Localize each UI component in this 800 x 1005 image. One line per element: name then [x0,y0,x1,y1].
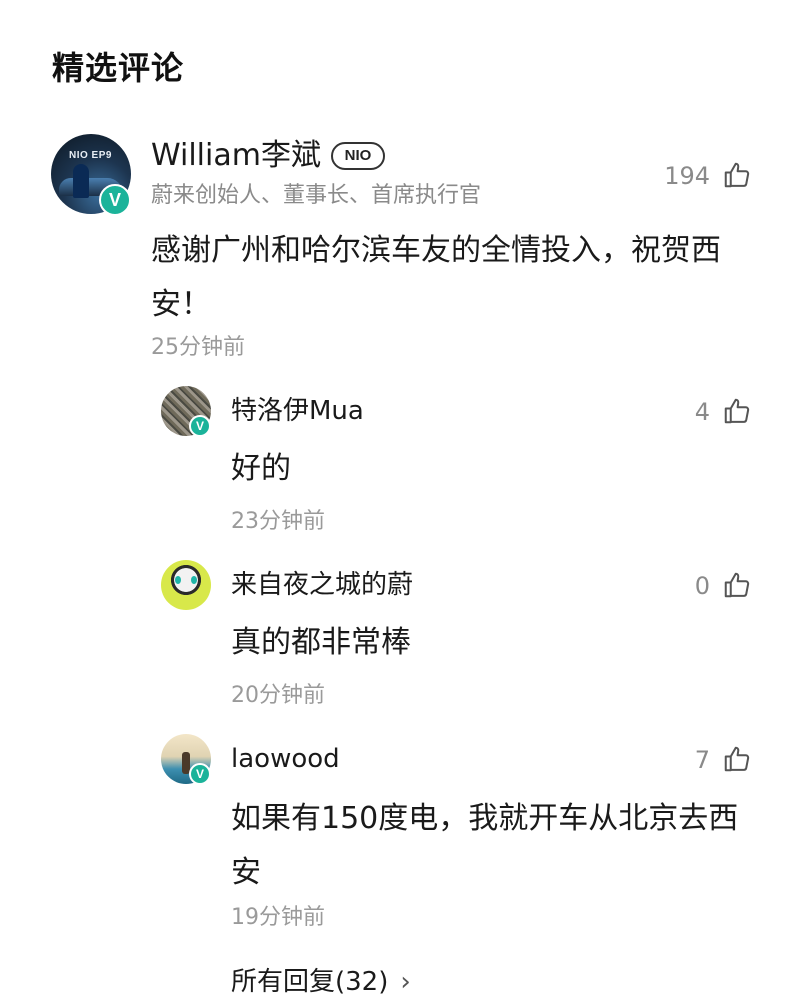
chevron-right-icon: › [400,967,411,997]
reply-author[interactable]: 来自夜之城的蔚 [231,567,413,603]
author-title: 蔚来创始人、董事长、首席执行官 [151,183,482,208]
like-button[interactable]: 4 [660,394,760,430]
thumbs-up-icon [724,162,750,188]
reply-text: 好的 [231,451,291,486]
reply-author[interactable]: 特洛伊Mua [231,393,364,429]
nio-badge: NIO [331,142,385,170]
comment-text: 感谢广州和哈尔滨车友的全情投入，祝贺西安！ [151,233,721,322]
all-replies-label: 所有回复(32) [231,967,389,997]
thumbs-up-icon [724,572,750,598]
like-button[interactable]: 0 [660,568,760,604]
reply-text: 如果有150度电，我就开车从北京去西安 [231,801,739,890]
like-count: 0 [694,572,710,600]
avatar-logo-text: NIO EP9 [69,150,112,161]
section-title: 精选评论 [52,49,185,87]
comment-time: 25分钟前 [151,335,245,360]
avatar[interactable] [161,560,211,610]
verified-icon: V [189,763,211,785]
like-button[interactable]: 194 [640,158,760,194]
reply-author[interactable]: laowood [231,741,340,777]
like-count: 4 [694,398,710,426]
reply-time: 20分钟前 [231,683,325,708]
like-count: 194 [664,162,710,190]
like-button[interactable]: 7 [660,742,760,778]
author-name[interactable]: William李斌 [151,136,321,176]
thumbs-up-icon [724,398,750,424]
like-count: 7 [694,746,710,774]
reply-time: 23分钟前 [231,509,325,534]
all-replies-link[interactable]: 所有回复(32) › [231,964,411,1000]
avatar-person-shape [73,164,89,198]
thumbs-up-icon [724,746,750,772]
verified-icon: V [99,184,131,216]
verified-icon: V [189,415,211,437]
reply-text: 真的都非常棒 [231,625,411,660]
reply-time: 19分钟前 [231,905,325,930]
